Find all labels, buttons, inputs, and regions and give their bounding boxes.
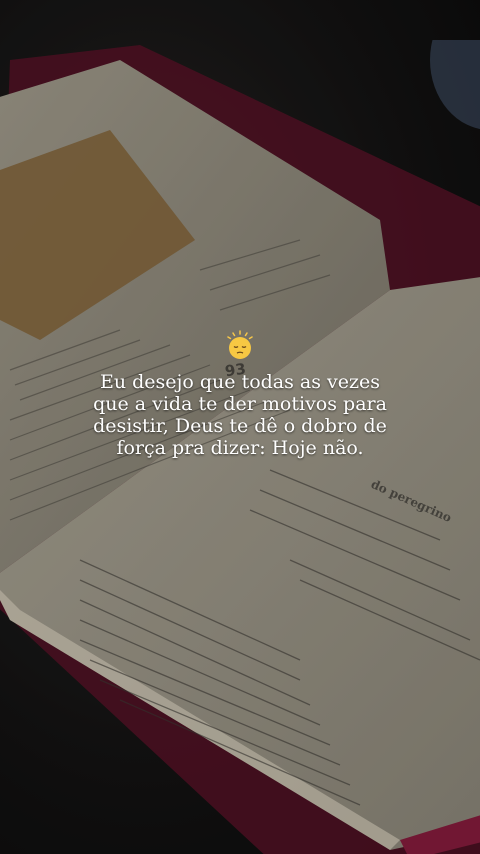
pensive-face-icon	[227, 330, 253, 359]
photo-scene: Eu desejo que todas as vezes que a vida …	[0, 0, 480, 854]
page-number: 93	[223, 359, 248, 381]
caption-line-2: que a vida te der motivos para	[93, 393, 387, 415]
page-heading: do peregrino	[368, 477, 454, 525]
caption-line-4: força pra dizer: Hoje não.	[116, 437, 364, 459]
caption-line-3: desistir, Deus te dê o dobro de	[93, 415, 387, 437]
quote-caption: Eu desejo que todas as vezes que a vida …	[0, 330, 480, 459]
